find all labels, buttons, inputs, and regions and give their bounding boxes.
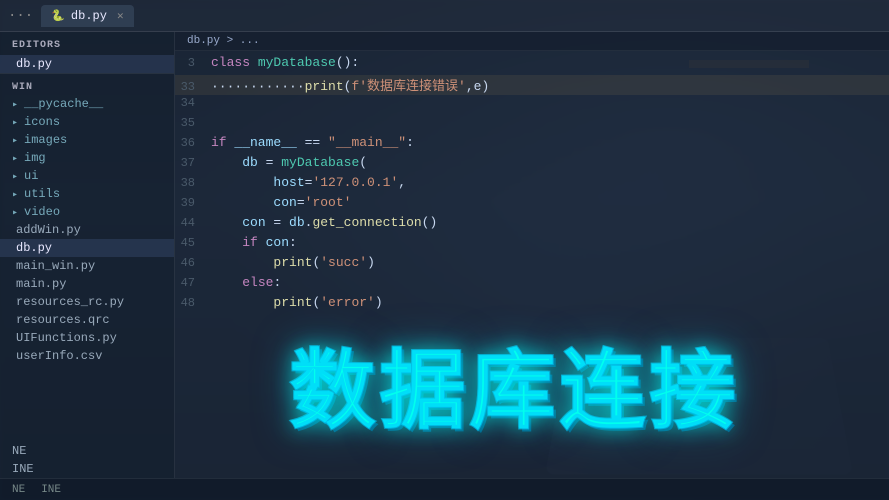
line-number: 47 xyxy=(175,276,211,290)
status-ine: INE xyxy=(41,484,61,496)
sidebar-folder-img[interactable]: img xyxy=(0,149,174,167)
line-content: if __name__ == "__main__": xyxy=(211,135,889,150)
win-section-title: WIN xyxy=(0,73,174,95)
line-number: 39 xyxy=(175,196,211,210)
line-number: 38 xyxy=(175,176,211,190)
line-content: class myDatabase(): xyxy=(211,55,889,70)
tab-overflow-dots[interactable]: ··· xyxy=(8,8,33,24)
sidebar-bottom-ne: NE xyxy=(0,442,174,460)
sidebar-file-resources-qrc[interactable]: resources.qrc xyxy=(0,311,174,329)
code-line-34: 34 xyxy=(175,95,889,115)
code-line-47: 47 else: xyxy=(175,275,889,295)
line-content: host='127.0.0.1', xyxy=(211,175,889,190)
line-content: print('error') xyxy=(211,295,889,310)
line-content: con = db.get_connection() xyxy=(211,215,889,230)
sidebar-item-db-py[interactable]: db.py xyxy=(0,55,174,73)
code-line-33: 33············print(f'数据库连接错误',e) xyxy=(175,75,889,95)
tab-db-py[interactable]: 🐍 db.py ✕ xyxy=(41,5,133,27)
python-file-icon: 🐍 xyxy=(51,9,65,23)
code-line-39: 39 con='root' xyxy=(175,195,889,215)
line-number: 33 xyxy=(175,80,211,94)
line-number: 3 xyxy=(175,56,211,70)
sidebar-folder-video[interactable]: video xyxy=(0,203,174,221)
breadcrumb: db.py > ... xyxy=(175,32,889,51)
ide-container: ··· 🐍 db.py ✕ EDITORS db.py WIN __pycach… xyxy=(0,0,889,500)
code-line-3: 3class myDatabase(): xyxy=(175,55,889,75)
line-number: 44 xyxy=(175,216,211,230)
line-content: con='root' xyxy=(211,195,889,210)
sidebar-folder-utils[interactable]: utils xyxy=(0,185,174,203)
code-line-37: 37 db = myDatabase( xyxy=(175,155,889,175)
line-content: print('succ') xyxy=(211,255,889,270)
line-number: 34 xyxy=(175,96,211,110)
code-line-44: 44 con = db.get_connection() xyxy=(175,215,889,235)
sidebar-file-userinfo[interactable]: userInfo.csv xyxy=(0,347,174,365)
sidebar-folder-ui[interactable]: ui xyxy=(0,167,174,185)
line-content: else: xyxy=(211,275,889,290)
line-number: 35 xyxy=(175,116,211,130)
editor-area: db.py > ... 3class myDatabase():33······… xyxy=(175,32,889,478)
sidebar-folder-pycache[interactable]: __pycache__ xyxy=(0,95,174,113)
sidebar-folder-images[interactable]: images xyxy=(0,131,174,149)
line-content xyxy=(211,95,889,110)
editors-section-title: EDITORS xyxy=(0,32,174,55)
code-line-36: 36if __name__ == "__main__": xyxy=(175,135,889,155)
code-line-48: 48 print('error') xyxy=(175,295,889,315)
line-number: 48 xyxy=(175,296,211,310)
sidebar-folder-icons[interactable]: icons xyxy=(0,113,174,131)
line-number: 37 xyxy=(175,156,211,170)
line-content: db = myDatabase( xyxy=(211,155,889,170)
tab-bar: ··· 🐍 db.py ✕ xyxy=(0,0,889,32)
sidebar-file-main-win[interactable]: main_win.py xyxy=(0,257,174,275)
code-line-45: 45 if con: xyxy=(175,235,889,255)
status-bar: NE INE xyxy=(0,478,889,500)
sidebar-file-main[interactable]: main.py xyxy=(0,275,174,293)
line-content xyxy=(211,115,889,130)
status-ne: NE xyxy=(12,484,25,496)
sidebar-file-resources-rc[interactable]: resources_rc.py xyxy=(0,293,174,311)
content-area: EDITORS db.py WIN __pycache__ icons imag… xyxy=(0,32,889,478)
code-line-46: 46 print('succ') xyxy=(175,255,889,275)
line-content: if con: xyxy=(211,235,889,250)
code-line-35: 35 xyxy=(175,115,889,135)
line-number: 36 xyxy=(175,136,211,150)
sidebar-file-db-py[interactable]: db.py xyxy=(0,239,174,257)
tab-label: db.py xyxy=(71,9,107,23)
code-line-38: 38 host='127.0.0.1', xyxy=(175,175,889,195)
line-content: ············print(f'数据库连接错误',e) xyxy=(211,75,889,94)
sidebar-file-uifunctions[interactable]: UIFunctions.py xyxy=(0,329,174,347)
sidebar-bottom-ine: INE xyxy=(0,460,174,478)
code-editor[interactable]: 3class myDatabase():33············print(… xyxy=(175,51,889,478)
line-number: 45 xyxy=(175,236,211,250)
sidebar-file-addwin[interactable]: addWin.py xyxy=(0,221,174,239)
tab-close-button[interactable]: ✕ xyxy=(117,9,124,23)
line-number: 46 xyxy=(175,256,211,270)
sidebar: EDITORS db.py WIN __pycache__ icons imag… xyxy=(0,32,175,478)
